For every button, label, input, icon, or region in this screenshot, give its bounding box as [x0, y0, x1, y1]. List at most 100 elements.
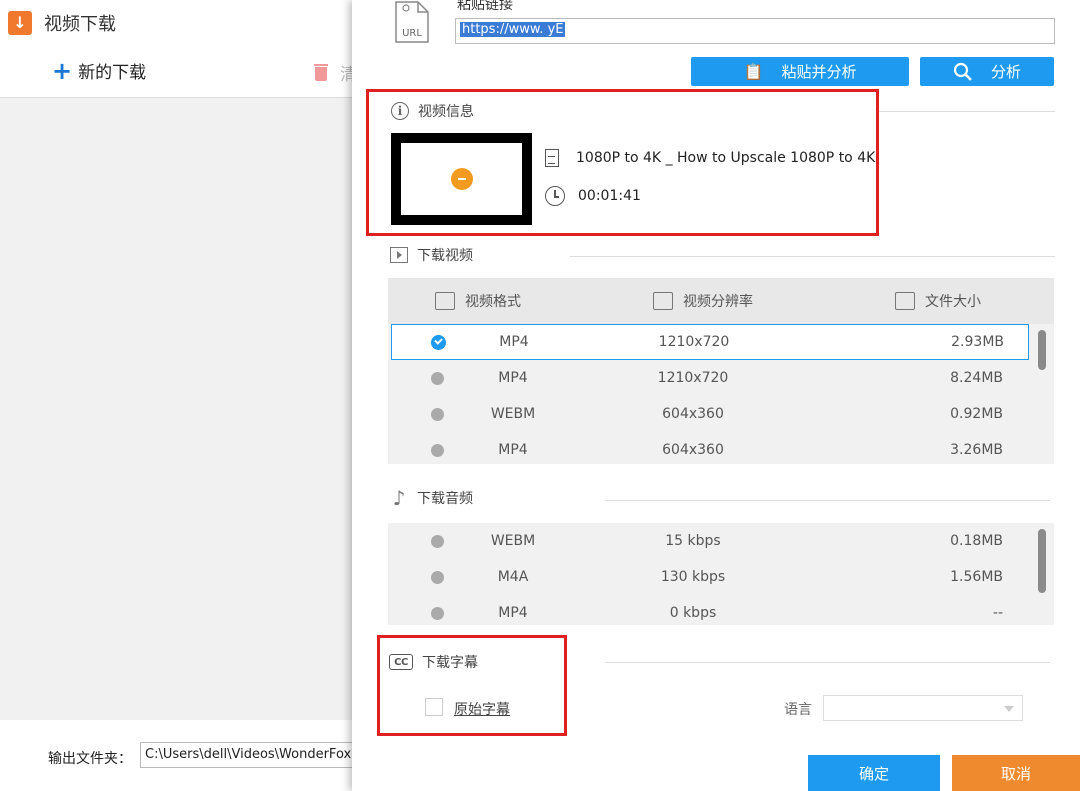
video-title-row: 1080P to 4K _ How to Upscale 1080P to 4K [545, 149, 875, 167]
paste-and-analyze-button[interactable]: 📋 粘贴并分析 [691, 57, 909, 86]
section-divider [605, 500, 1050, 501]
video-row[interactable]: WEBM 604x360 0.92MB [391, 396, 1054, 432]
cc-icon: CC [389, 654, 413, 670]
row-resolution: 1210x720 [544, 334, 844, 350]
row-format: MP4 [483, 605, 543, 621]
download-app-icon: ↓ [8, 11, 32, 35]
cancel-button[interactable]: 取消 [952, 755, 1080, 791]
row-size: -- [843, 605, 1003, 621]
main-bottom-bar: 输出文件夹： C:\Users\dell\Videos\WonderFox So… [0, 720, 360, 791]
row-format: M4A [483, 569, 543, 585]
video-row[interactable]: MP4 1210x720 2.93MB [391, 324, 1029, 360]
clear-button[interactable]: 清 [314, 60, 357, 85]
radio-dot-icon [431, 607, 444, 620]
plus-icon: + [52, 59, 72, 83]
row-format: MP4 [484, 334, 544, 350]
header-size-label: 文件大小 [925, 291, 981, 311]
clock-icon [545, 186, 565, 206]
video-table-header: 视频格式 视频分辨率 文件大小 [388, 278, 1054, 324]
row-resolution: 1210x720 [543, 370, 843, 386]
music-note-icon: ♪ [393, 488, 406, 508]
download-video-section-title: 下载视频 [389, 245, 473, 265]
video-info-title: 视频信息 [418, 101, 474, 121]
confirm-button[interactable]: 确定 [808, 755, 940, 791]
clipboard-search-icon: 📋 [744, 62, 764, 81]
folder-icon [895, 292, 915, 310]
trash-icon [314, 64, 328, 82]
row-size: 8.24MB [843, 370, 1003, 386]
header-resolution: 视频分辨率 [568, 291, 838, 311]
audio-format-table: WEBM 15 kbps 0.18MB M4A 130 kbps 1.56MB … [388, 523, 1054, 625]
row-bitrate: 130 kbps [543, 569, 843, 585]
radio-dot-icon [431, 372, 444, 385]
highlight-box-subtitle [377, 635, 567, 736]
radio-dot-icon [431, 444, 444, 457]
audio-row[interactable]: M4A 130 kbps 1.56MB [391, 559, 1054, 595]
svg-text:URL: URL [402, 28, 422, 39]
video-row[interactable]: MP4 604x360 3.26MB [391, 432, 1054, 464]
row-resolution: 604x360 [543, 406, 843, 422]
radio-dot-icon [431, 408, 444, 421]
resolution-icon [653, 292, 673, 310]
output-folder-input[interactable]: C:\Users\dell\Videos\WonderFox Soft [140, 742, 380, 768]
radio-dot-icon [431, 571, 444, 584]
radio-dot-icon [431, 535, 444, 548]
url-input-value: https://www. yE [460, 22, 565, 37]
language-label: 语言 [784, 699, 812, 719]
audio-row[interactable]: WEBM 15 kbps 0.18MB [391, 523, 1054, 559]
video-row[interactable]: MP4 1210x720 8.24MB [391, 360, 1054, 396]
video-thumbnail [391, 133, 532, 225]
row-size: 1.56MB [843, 569, 1003, 585]
row-format: WEBM [483, 406, 543, 422]
original-subtitle-label[interactable]: 原始字幕 [454, 699, 510, 719]
new-download-button[interactable]: + 新的下载 [52, 58, 146, 83]
header-resolution-label: 视频分辨率 [683, 291, 753, 311]
row-format: MP4 [483, 442, 543, 458]
language-select[interactable] [823, 695, 1023, 721]
header-size: 文件大小 [838, 291, 1038, 311]
url-file-icon: URL [390, 0, 434, 44]
video-table-scrollbar[interactable] [1038, 330, 1046, 370]
main-title: 视频下载 [44, 10, 116, 36]
download-audio-title: 下载音频 [417, 488, 473, 508]
main-titlebar: ↓ 视频下载 [0, 0, 360, 46]
row-size: 3.26MB [843, 442, 1003, 458]
main-toolbar: + 新的下载 清 [0, 46, 360, 98]
paste-link-title: 粘贴链接 [457, 0, 513, 14]
film-icon [390, 247, 408, 263]
video-title: 1080P to 4K _ How to Upscale 1080P to 4K [576, 150, 875, 166]
video-info-section-title: i 视频信息 [390, 101, 474, 121]
row-format: MP4 [483, 370, 543, 386]
search-icon [953, 62, 973, 82]
analyze-button[interactable]: 分析 [920, 57, 1054, 86]
row-size: 2.93MB [844, 334, 1004, 350]
section-divider [570, 256, 1055, 257]
output-folder-label: 输出文件夹： [48, 748, 132, 768]
video-duration: 00:01:41 [578, 188, 641, 204]
play-icon [451, 168, 473, 190]
row-bitrate: 0 kbps [543, 605, 843, 621]
audio-table-scrollbar[interactable] [1038, 529, 1046, 593]
video-format-table: 视频格式 视频分辨率 文件大小 MP4 1210x720 2.93MB MP4 … [388, 278, 1054, 464]
download-dialog: URL 粘贴链接 https://www. yE 📋 粘贴并分析 分析 i 视频… [352, 0, 1080, 791]
section-divider [877, 111, 1055, 112]
paste-and-analyze-label: 粘贴并分析 [781, 61, 856, 82]
row-bitrate: 15 kbps [543, 533, 843, 549]
row-format: WEBM [483, 533, 543, 549]
header-format: 视频格式 [388, 291, 568, 311]
download-audio-section-title: ♪ 下载音频 [389, 488, 473, 508]
format-icon [435, 292, 455, 310]
document-icon [545, 149, 559, 167]
download-subtitle-title: 下载字幕 [422, 652, 478, 672]
download-video-title: 下载视频 [417, 245, 473, 265]
analyze-label: 分析 [991, 61, 1021, 82]
url-input[interactable]: https://www. yE [455, 18, 1055, 44]
audio-row[interactable]: MP4 0 kbps -- [391, 595, 1054, 625]
header-format-label: 视频格式 [465, 291, 521, 311]
row-size: 0.92MB [843, 406, 1003, 422]
original-subtitle-checkbox[interactable] [425, 698, 443, 716]
new-download-label: 新的下载 [78, 58, 146, 83]
info-icon: i [391, 102, 409, 120]
selected-check-icon [431, 335, 446, 350]
section-divider [605, 662, 1050, 663]
